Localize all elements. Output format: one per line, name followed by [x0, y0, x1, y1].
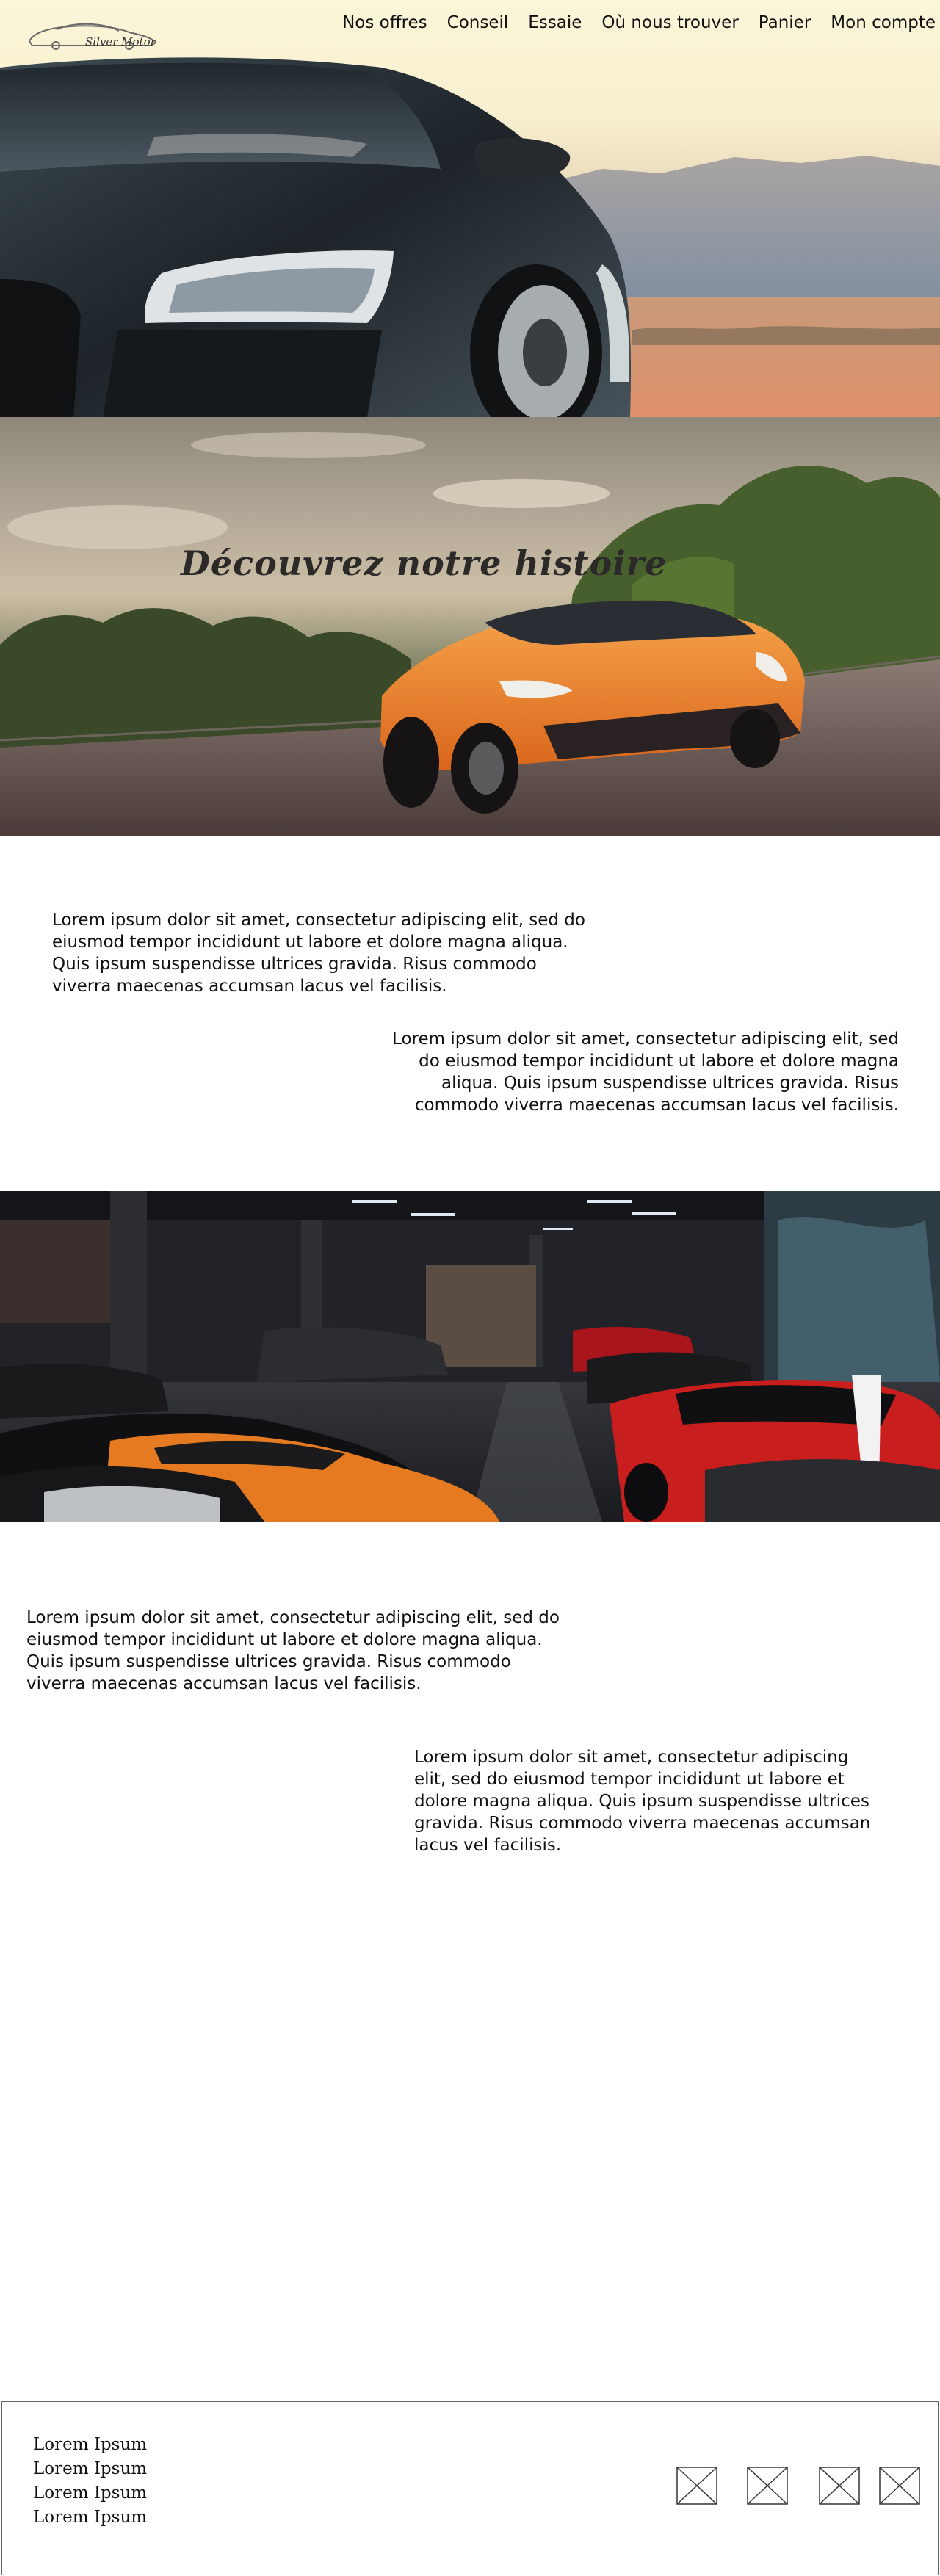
story-heading: Découvrez notre histoire [181, 543, 668, 583]
site-footer: Lorem Ipsum Lorem Ipsum Lorem Ipsum Lore… [1, 2401, 939, 2575]
footer-link-4[interactable]: Lorem Ipsum [33, 2506, 147, 2530]
showroom-illustration [0, 1191, 940, 1522]
orange-car-photo [0, 432, 940, 836]
brand-name: Silver Motor [85, 35, 156, 48]
top-navigation-bar: Silver Motor Nos offres Conseil Essaie O… [0, 0, 940, 51]
story-banner: Découvrez notre histoire [0, 417, 940, 836]
intro-paragraph-right: Lorem ipsum dolor sit amet, consectetur … [392, 1030, 899, 1115]
image-placeholder-icon[interactable] [879, 2467, 920, 2505]
intro-paragraph-left: Lorem ipsum dolor sit amet, consectetur … [52, 911, 585, 996]
nav-item-offres[interactable]: Nos offres [342, 13, 427, 32]
hero-car-photo [0, 57, 940, 417]
image-placeholder-icon[interactable] [747, 2467, 788, 2505]
showroom-photo [0, 1191, 940, 1522]
image-placeholder-icon[interactable] [819, 2467, 860, 2505]
hero-banner: Silver Motor Nos offres Conseil Essaie O… [0, 0, 940, 417]
body-paragraph-left: Lorem ipsum dolor sit amet, consectetur … [26, 1608, 560, 1693]
footer-link-1[interactable]: Lorem Ipsum [33, 2433, 147, 2457]
nav-item-conseil[interactable]: Conseil [447, 13, 509, 32]
footer-link-3[interactable]: Lorem Ipsum [33, 2481, 147, 2506]
nav-item-location[interactable]: Où nous trouver [601, 13, 738, 32]
nav-item-cart[interactable]: Panier [759, 13, 811, 32]
main-nav: Nos offres Conseil Essaie Où nous trouve… [342, 13, 936, 32]
footer-links: Lorem Ipsum Lorem Ipsum Lorem Ipsum Lore… [33, 2433, 147, 2530]
footer-link-2[interactable]: Lorem Ipsum [33, 2457, 147, 2481]
nav-item-account[interactable]: Mon compte [831, 13, 936, 32]
nav-item-essaie[interactable]: Essaie [528, 13, 582, 32]
body-paragraph-right: Lorem ipsum dolor sit amet, consectetur … [414, 1748, 871, 1855]
image-placeholder-icon[interactable] [676, 2467, 717, 2505]
